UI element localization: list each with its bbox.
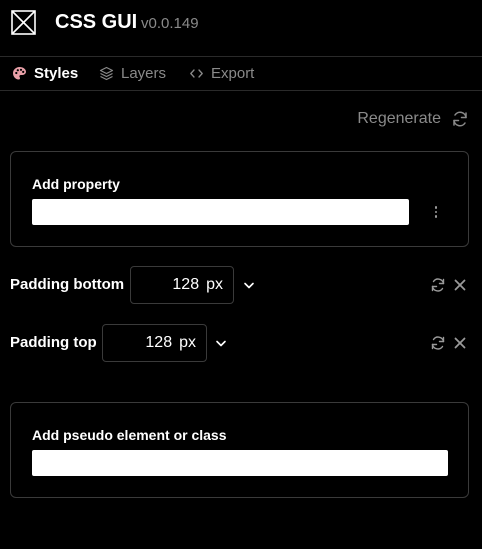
property-row-padding-bottom: Padding bottom 128 px (0, 266, 482, 304)
app-version: v0.0.149 (141, 15, 199, 32)
regenerate-button[interactable]: Regenerate (357, 110, 469, 128)
close-icon[interactable] (452, 277, 468, 293)
refresh-icon[interactable] (430, 335, 446, 351)
property-row-padding-top: Padding top 128 px (0, 324, 482, 362)
padding-bottom-value: 128 (172, 276, 200, 293)
padding-top-value: 128 (145, 334, 173, 351)
tab-export-label: Export (211, 65, 255, 82)
add-pseudo-input[interactable] (32, 450, 448, 476)
padding-bottom-label: Padding bottom (10, 276, 125, 293)
add-pseudo-label: Add pseudo element or class (32, 427, 227, 443)
chevron-down-icon[interactable] (214, 336, 228, 350)
padding-bottom-unit: px (206, 276, 223, 293)
padding-top-input[interactable]: 128 px (102, 324, 207, 362)
add-property-label: Add property (32, 176, 120, 192)
palette-icon (12, 66, 27, 81)
tab-layers-label: Layers (121, 65, 167, 82)
tab-export[interactable]: Export (189, 57, 254, 90)
app-header: CSS GUI v0.0.149 (0, 0, 482, 57)
code-icon (189, 66, 204, 81)
tab-styles-label: Styles (34, 65, 79, 82)
chevron-down-icon[interactable] (242, 278, 256, 292)
add-property-panel: Add property (10, 151, 469, 247)
close-icon[interactable] (452, 335, 468, 351)
tab-layers[interactable]: Layers (99, 57, 166, 90)
refresh-icon[interactable] (430, 277, 446, 293)
add-pseudo-panel: Add pseudo element or class (10, 402, 469, 498)
padding-top-unit: px (179, 334, 196, 351)
app-title: CSS GUI (55, 11, 138, 33)
add-property-input[interactable] (32, 199, 409, 225)
layers-icon (99, 66, 114, 81)
tab-styles[interactable]: Styles (12, 57, 78, 90)
regenerate-label: Regenerate (357, 110, 441, 127)
padding-top-label: Padding top (10, 334, 97, 351)
padding-bottom-input[interactable]: 128 px (130, 266, 234, 304)
refresh-icon (451, 110, 469, 128)
kebab-icon[interactable] (430, 203, 442, 221)
tab-bar: Styles Layers Export (0, 57, 482, 91)
crossed-box-icon (11, 10, 36, 35)
